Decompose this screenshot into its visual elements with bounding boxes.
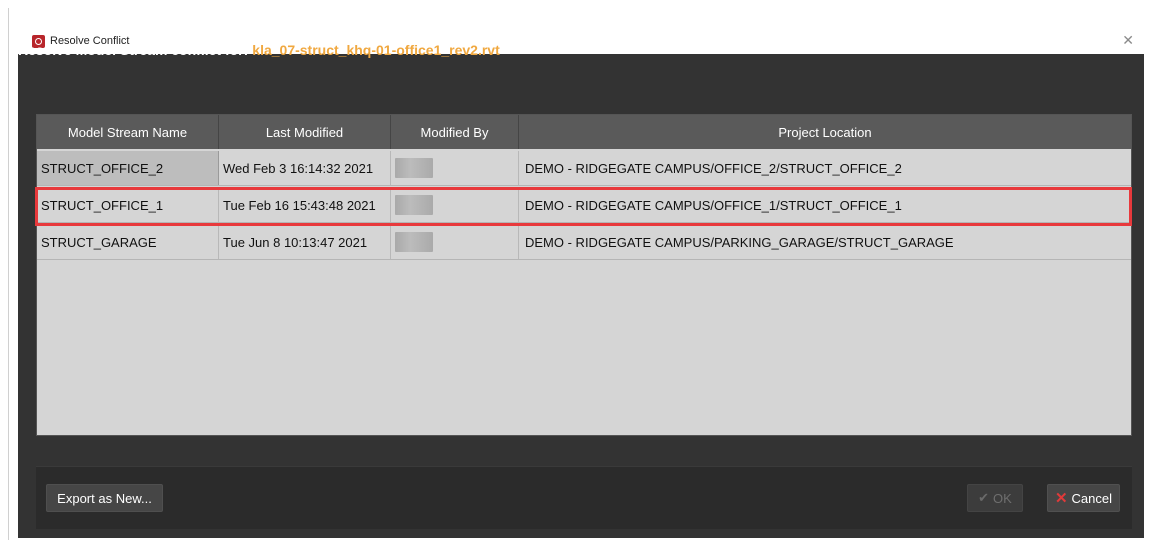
cancel-x-icon: ✕ <box>1054 490 1068 507</box>
cell-model-stream-name: STRUCT_OFFICE_2 <box>37 151 219 185</box>
cell-modified-by <box>391 225 519 259</box>
cancel-button-label: Cancel <box>1071 490 1113 506</box>
cancel-button[interactable]: ✕ Cancel <box>1047 484 1120 512</box>
frame-border <box>8 8 9 540</box>
model-stream-table: Model Stream Name Last Modified Modified… <box>36 114 1132 436</box>
ok-button-label: OK <box>993 490 1012 506</box>
redacted-user <box>395 158 433 178</box>
cell-last-modified: Tue Feb 16 15:43:48 2021 <box>219 188 391 222</box>
column-header-project-location[interactable]: Project Location <box>519 115 1131 149</box>
dialog-footer: Export as New... ✔ OK ✕ Cancel <box>36 466 1132 529</box>
column-header-modified-by[interactable]: Modified By <box>391 115 519 149</box>
cell-last-modified: Wed Feb 3 16:14:32 2021 <box>219 151 391 185</box>
heading-prefix: Resolve Model Stream conflict for: <box>18 42 249 58</box>
cell-project-location: DEMO - RIDGEGATE CAMPUS/OFFICE_2/STRUCT_… <box>525 160 902 176</box>
checkmark-icon: ✔ <box>978 490 990 505</box>
table-row[interactable]: STRUCT_OFFICE_2 Wed Feb 3 16:14:32 2021 … <box>37 151 1131 186</box>
cell-project-location: DEMO - RIDGEGATE CAMPUS/OFFICE_1/STRUCT_… <box>525 197 902 213</box>
ok-button[interactable]: ✔ OK <box>967 484 1023 512</box>
table-row[interactable]: STRUCT_GARAGE Tue Jun 8 10:13:47 2021 DE… <box>37 225 1131 260</box>
close-icon[interactable]: ✕ <box>1122 32 1134 48</box>
cell-modified-by <box>391 151 519 185</box>
redacted-user <box>395 232 433 252</box>
export-as-new-button[interactable]: Export as New... <box>46 484 163 512</box>
column-header-model-stream-name[interactable]: Model Stream Name <box>37 115 219 149</box>
cell-model-stream-name: STRUCT_OFFICE_1 <box>37 188 219 222</box>
cell-modified-by <box>391 188 519 222</box>
column-header-last-modified[interactable]: Last Modified <box>219 115 391 149</box>
cell-model-stream-name: STRUCT_GARAGE <box>37 225 219 259</box>
cell-project-location: DEMO - RIDGEGATE CAMPUS/PARKING_GARAGE/S… <box>525 234 954 250</box>
export-button-label: Export as New... <box>57 490 152 506</box>
cell-last-modified: Tue Jun 8 10:13:47 2021 <box>219 225 391 259</box>
conflict-filename: kla_07-struct_khq-01-office1_rev2.rvt <box>252 42 500 58</box>
table-row[interactable]: STRUCT_OFFICE_1 Tue Feb 16 15:43:48 2021… <box>37 188 1131 223</box>
conflict-heading: Resolve Model Stream conflict for: kla_07… <box>18 42 500 58</box>
table-header: Model Stream Name Last Modified Modified… <box>37 115 1131 149</box>
redacted-user <box>395 195 433 215</box>
